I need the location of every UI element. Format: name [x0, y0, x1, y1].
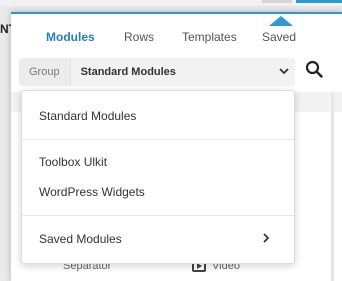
dropdown-item-standard-modules[interactable]: Standard Modules	[22, 104, 294, 128]
chevron-down-icon[interactable]	[273, 66, 295, 78]
tab-rows[interactable]: Rows	[124, 30, 154, 44]
dropdown-item-toolbox-ulkit[interactable]: Toolbox Ulkit	[22, 150, 294, 174]
panel-tabs: Modules Rows Templates Saved	[11, 24, 342, 52]
background-top-bar	[0, 0, 342, 6]
group-select-value: Standard Modules	[80, 66, 176, 78]
tab-saved[interactable]: Saved	[262, 30, 296, 44]
background-active-indicator	[296, 0, 342, 3]
module-list-scrollbar[interactable]	[331, 92, 334, 281]
dropdown-item-label: WordPress Widgets	[39, 185, 145, 199]
chevron-right-icon	[263, 232, 270, 246]
search-button[interactable]	[303, 60, 325, 82]
group-select-label: Group	[19, 58, 71, 86]
dropdown-item-label: Saved Modules	[39, 232, 122, 246]
group-select[interactable]: Group Standard Modules	[19, 58, 295, 86]
tab-modules[interactable]: Modules	[46, 30, 95, 44]
dropdown-item-label: Toolbox Ulkit	[39, 155, 108, 169]
tab-templates[interactable]: Templates	[182, 30, 237, 44]
group-dropdown-menu: Standard Modules Toolbox Ulkit WordPress…	[21, 90, 295, 264]
dropdown-divider	[22, 139, 294, 140]
background-tab-indicator	[262, 0, 292, 3]
dropdown-item-saved-modules[interactable]: Saved Modules	[22, 227, 294, 251]
dropdown-item-label: Standard Modules	[39, 109, 137, 123]
dropdown-item-wordpress-widgets[interactable]: WordPress Widgets	[22, 180, 294, 204]
dropdown-divider	[22, 215, 294, 216]
search-icon	[305, 60, 323, 83]
